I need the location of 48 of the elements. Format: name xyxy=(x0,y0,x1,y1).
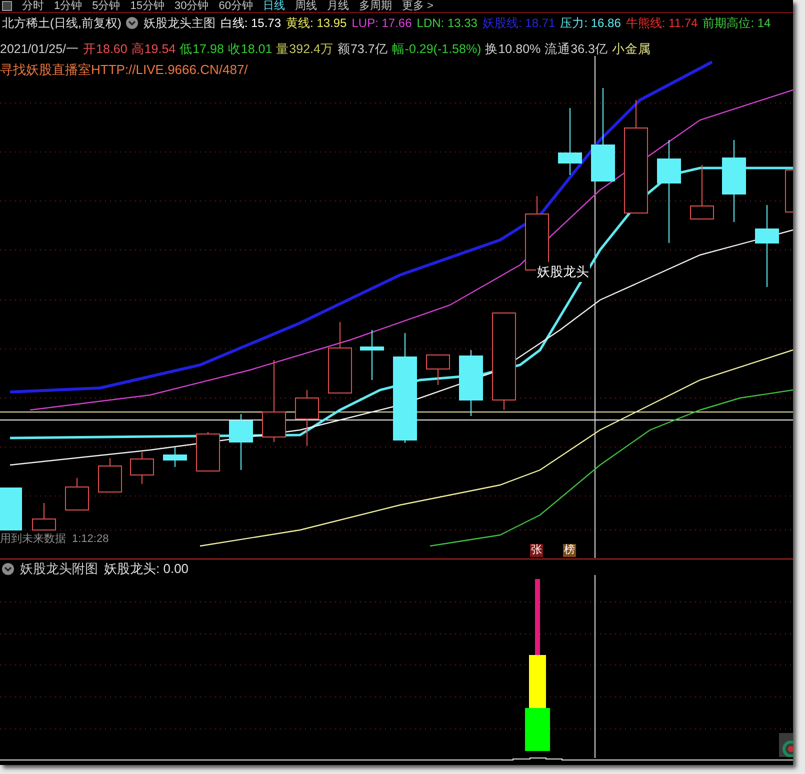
indicator-value: LUP: 17.66 xyxy=(352,15,412,32)
window-icon[interactable] xyxy=(2,1,12,11)
candlestick xyxy=(295,390,319,446)
indicator-value: LDN: 13.33 xyxy=(416,15,478,32)
promo-link[interactable]: 寻找妖股直播室HTTP://LIVE.9666.CN/487/ xyxy=(0,60,248,80)
indicator-value: 白线: 15.73 xyxy=(220,15,282,32)
quote-field: 额73.7亿 xyxy=(337,40,388,58)
indicator-value: 黄线: 13.95 xyxy=(286,15,347,32)
quote-field: 幅-0.29(-1.58%) xyxy=(392,40,482,58)
indicator-reading: 妖股龙头: 0.00 xyxy=(104,560,189,578)
candlestick xyxy=(163,446,187,468)
badge: 榜 xyxy=(563,544,576,557)
indicator-name[interactable]: 妖股龙头主图 xyxy=(143,14,216,32)
candlestick xyxy=(360,330,384,380)
logo-icon xyxy=(779,733,793,757)
quote-field: 高19.54 xyxy=(131,40,176,58)
quote-field: 量392.4万 xyxy=(276,40,334,58)
candlestick xyxy=(558,108,582,176)
indicator-value: 牛熊线: 11.74 xyxy=(626,15,698,32)
indicator-value: 妖股线: 18.71 xyxy=(482,15,556,32)
dropdown-icon[interactable] xyxy=(2,563,14,575)
dropdown-icon[interactable] xyxy=(126,17,138,29)
footnote-text: 用到未来数据 xyxy=(0,532,66,547)
candlestick xyxy=(426,354,450,386)
candlestick xyxy=(196,432,220,472)
signal-label: 妖股龙头 xyxy=(536,262,590,282)
candlestick xyxy=(690,164,714,220)
quote-field: 换10.80% xyxy=(485,40,541,58)
candlestick xyxy=(0,488,22,530)
candlestick xyxy=(229,414,253,470)
quote-field: 小金属 xyxy=(612,40,651,58)
quote-field: 开18.60 xyxy=(83,40,128,58)
indicator-value: 前期高位: 14 xyxy=(702,15,771,32)
candlestick xyxy=(65,478,89,510)
candlestick xyxy=(459,350,483,416)
quote-field: 收18.01 xyxy=(228,40,272,58)
indicator-name[interactable]: 妖股龙头附图 xyxy=(20,559,98,579)
candlestick xyxy=(130,452,154,484)
stock-title: 北方稀土(日线,前复权) xyxy=(1,15,122,32)
quote-field: 2021/01/25/一 xyxy=(0,40,80,58)
badge: 张 xyxy=(530,544,543,557)
quote-field: 流通36.3亿 xyxy=(544,40,608,58)
quote-field: 低17.98 xyxy=(180,40,224,58)
time-text: 1:12:28 xyxy=(72,532,109,547)
candlestick xyxy=(98,458,122,492)
candlestick xyxy=(32,502,56,530)
indicator-value: 压力: 16.86 xyxy=(560,15,621,32)
candlestick xyxy=(328,322,352,394)
